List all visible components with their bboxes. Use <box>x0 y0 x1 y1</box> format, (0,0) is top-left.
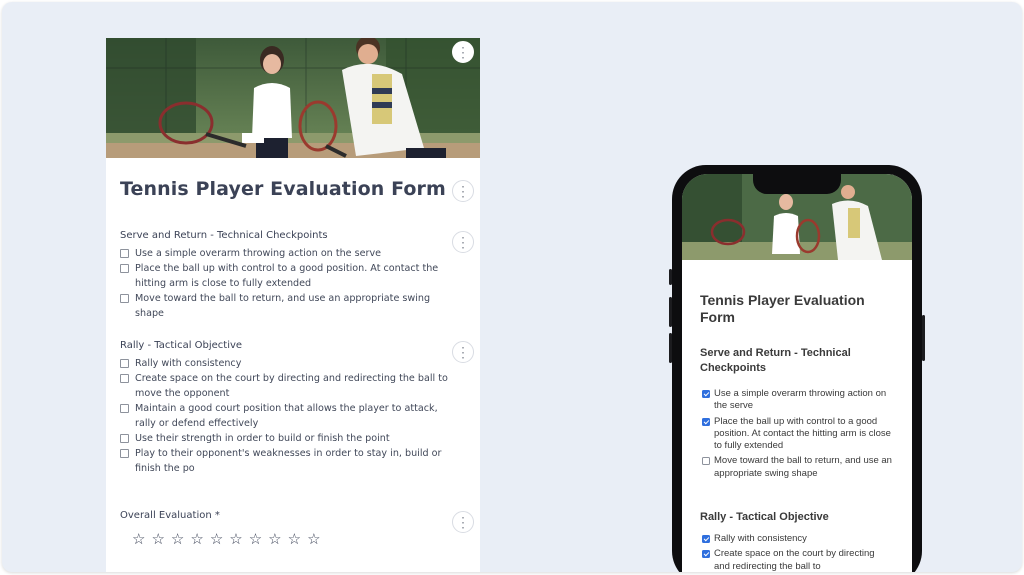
phone-checklist-item[interactable]: Create space on the court by directing a… <box>702 548 892 572</box>
phone-power-button <box>922 315 925 361</box>
star-icon[interactable]: ☆ <box>132 532 145 547</box>
star-icon[interactable]: ☆ <box>249 532 262 547</box>
checkbox[interactable] <box>120 449 129 458</box>
overall-evaluation-label: Overall Evaluation * <box>120 510 220 521</box>
tennis-players-photo <box>106 38 480 158</box>
star-rating[interactable]: ☆ ☆ ☆ ☆ ☆ ☆ ☆ ☆ ☆ ☆ <box>132 532 321 547</box>
section-menu-button[interactable]: ⋮ <box>452 231 474 253</box>
checklist-item-label: Play to their opponent's weaknesses in o… <box>135 448 442 474</box>
checkbox-checked[interactable] <box>702 535 710 543</box>
phone-screen: Tennis Player Evaluation Form Serve and … <box>682 174 912 572</box>
checklist-item[interactable]: Rally with consistency <box>120 356 450 371</box>
star-icon[interactable]: ☆ <box>171 532 184 547</box>
form-title: Tennis Player Evaluation Form <box>120 178 446 200</box>
serve-return-checklist: Use a simple overarm throwing action on … <box>120 246 450 321</box>
checkbox[interactable] <box>120 294 129 303</box>
checkbox[interactable] <box>120 249 129 258</box>
phone-checklist-item[interactable]: Place the ball up with control to a good… <box>702 416 892 453</box>
checklist-item[interactable]: Maintain a good court position that allo… <box>120 401 450 431</box>
page-background: ⋮ Tennis Player Evaluation Form ⋮ Serve … <box>2 2 1022 572</box>
star-icon[interactable]: ☆ <box>268 532 281 547</box>
phone-checklist-item[interactable]: Use a simple overarm throwing action on … <box>702 388 892 413</box>
star-icon[interactable]: ☆ <box>151 532 164 547</box>
checklist-item[interactable]: Use a simple overarm throwing action on … <box>120 246 450 261</box>
section-title-rally: Rally - Tactical Objective <box>120 340 243 351</box>
checkbox-checked[interactable] <box>702 417 710 426</box>
checklist-item[interactable]: Move toward the ball to return, and use … <box>120 291 450 321</box>
star-icon[interactable]: ☆ <box>190 532 203 547</box>
phone-checklist-item-label: Create space on the court by directing a… <box>714 548 875 572</box>
header-image-menu-button[interactable]: ⋮ <box>452 41 474 63</box>
phone-checklist-item-label: Use a simple overarm throwing action on … <box>714 388 887 412</box>
phone-checklist-item[interactable]: Rally with consistency <box>702 533 892 545</box>
section-menu-button[interactable]: ⋮ <box>452 341 474 363</box>
phone-serve-return-checklist: Use a simple overarm throwing action on … <box>702 388 892 483</box>
phone-form-title: Tennis Player Evaluation Form <box>700 292 865 325</box>
checklist-item[interactable]: Play to their opponent's weaknesses in o… <box>120 446 450 476</box>
phone-volume-up-button <box>669 297 672 327</box>
checkbox[interactable] <box>120 404 129 413</box>
checkbox-checked[interactable] <box>702 390 710 398</box>
checklist-item-label: Move toward the ball to return, and use … <box>135 293 431 319</box>
phone-notch <box>753 174 841 194</box>
checklist-item-label: Rally with consistency <box>135 358 242 369</box>
header-image: ⋮ <box>106 38 480 158</box>
rally-checklist: Rally with consistency Create space on t… <box>120 356 450 476</box>
checkbox[interactable] <box>120 264 129 273</box>
checkbox[interactable] <box>120 434 129 443</box>
star-icon[interactable]: ☆ <box>210 532 223 547</box>
checklist-item-label: Maintain a good court position that allo… <box>135 403 438 429</box>
checkbox[interactable] <box>120 374 129 383</box>
phone-section-title-rally: Rally - Tactical Objective <box>700 511 829 523</box>
title-menu-button[interactable]: ⋮ <box>452 180 474 202</box>
phone-checklist-item-label: Rally with consistency <box>714 533 807 544</box>
star-icon[interactable]: ☆ <box>288 532 301 547</box>
checklist-item[interactable]: Place the ball up with control to a good… <box>120 261 450 291</box>
rating-menu-button[interactable]: ⋮ <box>452 511 474 533</box>
checklist-item-label: Use their strength in order to build or … <box>135 433 390 444</box>
form-card: ⋮ Tennis Player Evaluation Form ⋮ Serve … <box>106 38 480 572</box>
checkbox[interactable] <box>702 457 710 466</box>
phone-checklist-item[interactable]: Move toward the ball to return, and use … <box>702 455 892 480</box>
phone-checklist-item-label: Move toward the ball to return, and use … <box>714 455 892 479</box>
checklist-item-label: Place the ball up with control to a good… <box>135 263 439 289</box>
phone-volume-down-button <box>669 333 672 363</box>
phone-section-title-serve-return: Serve and Return - Technical Checkpoints <box>700 347 851 374</box>
checklist-item[interactable]: Create space on the court by directing a… <box>120 371 450 401</box>
checkbox[interactable] <box>120 359 129 368</box>
phone-rally-checklist: Rally with consistency Create space on th… <box>702 533 892 572</box>
section-title-serve-return: Serve and Return - Technical Checkpoints <box>120 230 328 241</box>
checklist-item[interactable]: Use their strength in order to build or … <box>120 431 450 446</box>
checklist-item-label: Create space on the court by directing a… <box>135 373 448 399</box>
phone-mockup: Tennis Player Evaluation Form Serve and … <box>669 165 925 572</box>
checkbox-checked[interactable] <box>702 550 710 559</box>
star-icon[interactable]: ☆ <box>307 532 320 547</box>
checklist-item-label: Use a simple overarm throwing action on … <box>135 248 382 259</box>
star-icon[interactable]: ☆ <box>229 532 242 547</box>
phone-checklist-item-label: Place the ball up with control to a good… <box>714 415 891 452</box>
phone-side-button <box>669 269 672 285</box>
